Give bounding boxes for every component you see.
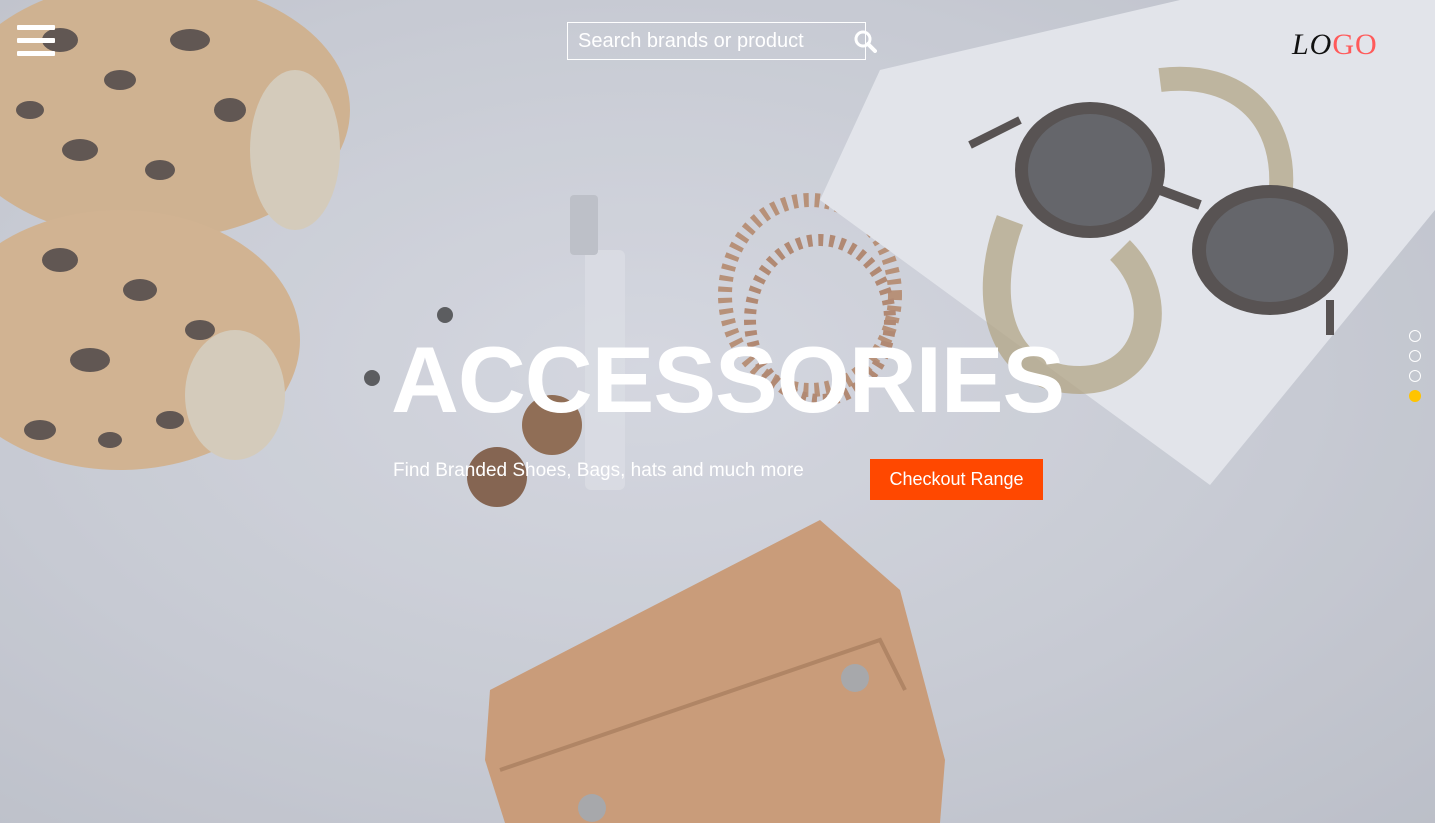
slide-dot-2[interactable] (1409, 350, 1421, 362)
hero-banner: LOGO ACCESSORIES Find Branded Shoes, Bag… (0, 0, 1435, 823)
slide-dot-3[interactable] (1409, 370, 1421, 382)
slide-dot-1[interactable] (1409, 330, 1421, 342)
slide-dot-4[interactable] (1409, 390, 1421, 402)
menu-icon[interactable] (17, 25, 55, 59)
logo-text-part2: GO (1332, 28, 1378, 61)
logo-text-part1: LO (1292, 28, 1333, 61)
search-icon[interactable] (853, 23, 877, 59)
slider-pagination (1409, 330, 1421, 410)
hero-title: ACCESSORIES (391, 327, 1065, 432)
checkout-range-button[interactable]: Checkout Range (870, 459, 1043, 500)
hero-subtitle: Find Branded Shoes, Bags, hats and much … (393, 460, 804, 481)
search-bar (567, 22, 877, 60)
search-input[interactable] (568, 23, 853, 59)
site-logo[interactable]: LOGO (1292, 28, 1378, 62)
